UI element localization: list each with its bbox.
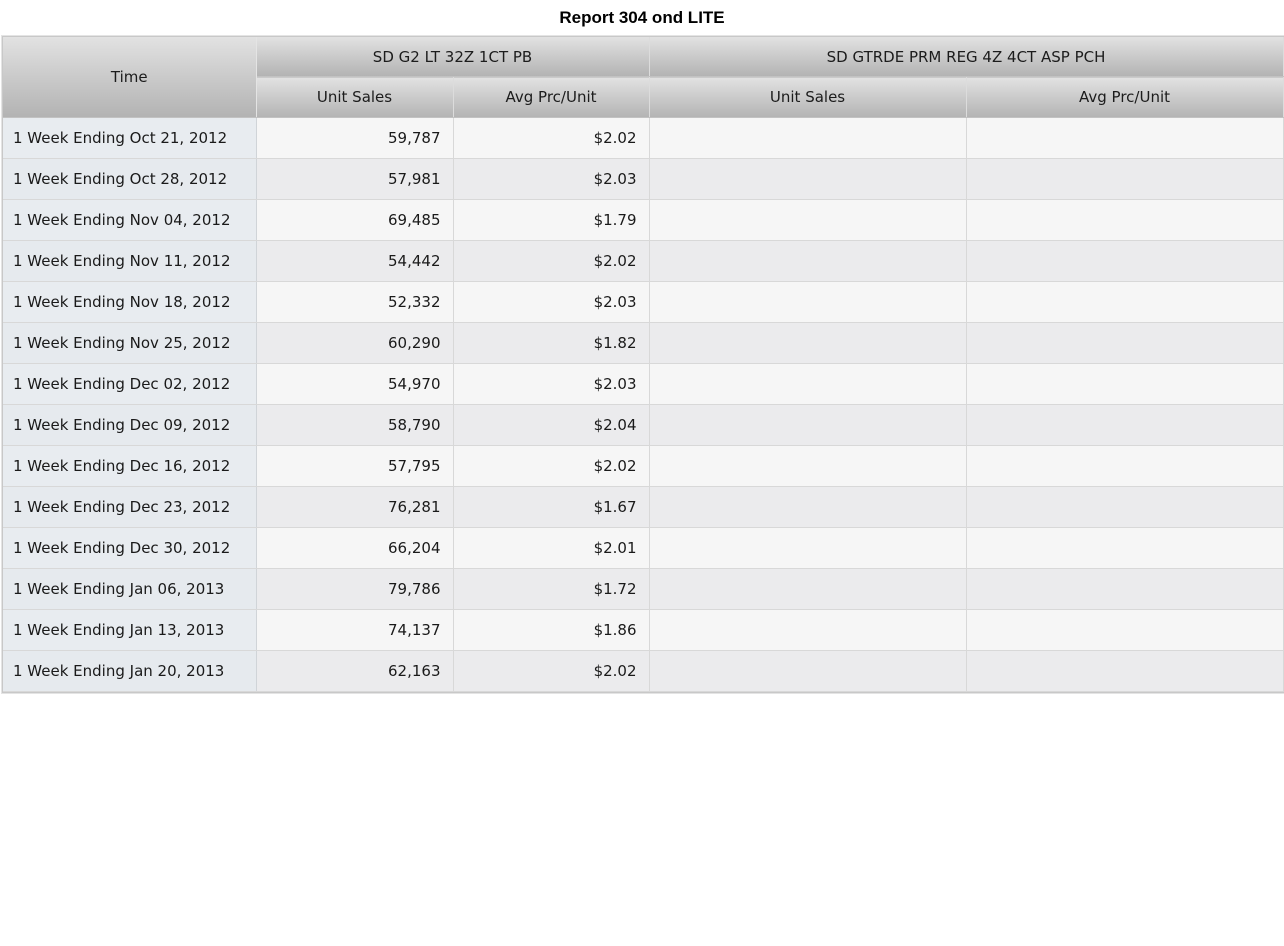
report-title: Report 304 ond LITE [559,8,725,27]
avg-price-cell [966,281,1284,323]
column-header-avg-price[interactable]: Avg Prc/Unit [966,76,1284,118]
column-header-unit-sales[interactable]: Unit Sales [649,76,967,118]
unit-sales-cell [649,322,967,364]
table-row[interactable]: 1 Week Ending Nov 04, 2012 69,485 $1.79 [3,199,1284,241]
time-cell: 1 Week Ending Jan 13, 2013 [3,609,257,651]
table-row[interactable]: 1 Week Ending Dec 30, 2012 66,204 $2.01 [3,527,1284,569]
unit-sales-cell: 58,790 [256,404,454,446]
avg-price-cell: $2.01 [453,527,650,569]
avg-price-cell [966,445,1284,487]
unit-sales-cell [649,650,967,692]
unit-sales-cell: 54,442 [256,240,454,282]
group-header-product-1[interactable]: SD G2 LT 32Z 1CT PB [256,37,650,77]
table-row[interactable]: 1 Week Ending Jan 20, 2013 62,163 $2.02 [3,650,1284,692]
time-cell: 1 Week Ending Dec 30, 2012 [3,527,257,569]
table-row[interactable]: 1 Week Ending Dec 23, 2012 76,281 $1.67 [3,486,1284,528]
avg-price-cell: $1.72 [453,568,650,610]
table-row[interactable]: 1 Week Ending Nov 11, 2012 54,442 $2.02 [3,240,1284,282]
unit-sales-cell [649,199,967,241]
table-row[interactable]: 1 Week Ending Dec 09, 2012 58,790 $2.04 [3,404,1284,446]
time-cell: 1 Week Ending Nov 18, 2012 [3,281,257,323]
unit-sales-cell: 66,204 [256,527,454,569]
time-cell: 1 Week Ending Oct 21, 2012 [3,117,257,159]
table-row[interactable]: 1 Week Ending Oct 21, 2012 59,787 $2.02 [3,117,1284,159]
table-row[interactable]: 1 Week Ending Dec 02, 2012 54,970 $2.03 [3,363,1284,405]
avg-price-cell [966,527,1284,569]
time-cell: 1 Week Ending Dec 16, 2012 [3,445,257,487]
avg-price-cell: $2.02 [453,240,650,282]
unit-sales-cell [649,404,967,446]
unit-sales-cell: 76,281 [256,486,454,528]
avg-price-cell: $1.79 [453,199,650,241]
unit-sales-cell: 59,787 [256,117,454,159]
unit-sales-cell [649,281,967,323]
avg-price-cell: $2.02 [453,117,650,159]
avg-price-cell: $1.67 [453,486,650,528]
avg-price-cell [966,404,1284,446]
unit-sales-cell: 54,970 [256,363,454,405]
time-cell: 1 Week Ending Nov 25, 2012 [3,322,257,364]
avg-price-cell: $2.03 [453,281,650,323]
report-table-container: Time SD G2 LT 32Z 1CT PB SD GTRDE PRM RE… [2,36,1284,693]
column-header-unit-sales[interactable]: Unit Sales [256,76,454,118]
unit-sales-cell [649,486,967,528]
time-cell: 1 Week Ending Nov 04, 2012 [3,199,257,241]
unit-sales-cell [649,568,967,610]
unit-sales-cell: 60,290 [256,322,454,364]
avg-price-cell [966,486,1284,528]
report-table: Time SD G2 LT 32Z 1CT PB SD GTRDE PRM RE… [3,37,1284,692]
unit-sales-cell: 57,981 [256,158,454,200]
table-row[interactable]: 1 Week Ending Dec 16, 2012 57,795 $2.02 [3,445,1284,487]
table-row[interactable]: 1 Week Ending Oct 28, 2012 57,981 $2.03 [3,158,1284,200]
time-cell: 1 Week Ending Jan 06, 2013 [3,568,257,610]
avg-price-cell [966,117,1284,159]
unit-sales-cell [649,609,967,651]
table-row[interactable]: 1 Week Ending Jan 13, 2013 74,137 $1.86 [3,609,1284,651]
unit-sales-cell [649,363,967,405]
time-cell: 1 Week Ending Dec 02, 2012 [3,363,257,405]
unit-sales-cell: 79,786 [256,568,454,610]
avg-price-cell [966,199,1284,241]
avg-price-cell [966,650,1284,692]
column-header-avg-price[interactable]: Avg Prc/Unit [453,76,650,118]
unit-sales-cell: 52,332 [256,281,454,323]
unit-sales-cell [649,527,967,569]
table-row[interactable]: 1 Week Ending Nov 25, 2012 60,290 $1.82 [3,322,1284,364]
unit-sales-cell: 69,485 [256,199,454,241]
table-header: Time SD G2 LT 32Z 1CT PB SD GTRDE PRM RE… [3,37,1284,118]
table-body: 1 Week Ending Oct 21, 2012 59,787 $2.02 1 W… [3,117,1284,692]
avg-price-cell: $2.04 [453,404,650,446]
avg-price-cell: $2.03 [453,363,650,405]
avg-price-cell: $2.02 [453,445,650,487]
unit-sales-cell [649,117,967,159]
time-cell: 1 Week Ending Dec 23, 2012 [3,486,257,528]
unit-sales-cell: 74,137 [256,609,454,651]
avg-price-cell [966,322,1284,364]
unit-sales-cell: 62,163 [256,650,454,692]
unit-sales-cell [649,158,967,200]
avg-price-cell: $2.02 [453,650,650,692]
group-header-product-2[interactable]: SD GTRDE PRM REG 4Z 4CT ASP PCH [649,37,1284,77]
column-header-time[interactable]: Time [3,37,257,118]
time-cell: 1 Week Ending Oct 28, 2012 [3,158,257,200]
unit-sales-cell [649,445,967,487]
table-row[interactable]: 1 Week Ending Nov 18, 2012 52,332 $2.03 [3,281,1284,323]
avg-price-cell: $1.82 [453,322,650,364]
avg-price-cell [966,568,1284,610]
avg-price-cell [966,363,1284,405]
unit-sales-cell: 57,795 [256,445,454,487]
unit-sales-cell [649,240,967,282]
avg-price-cell: $2.03 [453,158,650,200]
avg-price-cell [966,609,1284,651]
time-cell: 1 Week Ending Jan 20, 2013 [3,650,257,692]
time-cell: 1 Week Ending Nov 11, 2012 [3,240,257,282]
time-cell: 1 Week Ending Dec 09, 2012 [3,404,257,446]
avg-price-cell [966,158,1284,200]
avg-price-cell [966,240,1284,282]
table-row[interactable]: 1 Week Ending Jan 06, 2013 79,786 $1.72 [3,568,1284,610]
avg-price-cell: $1.86 [453,609,650,651]
